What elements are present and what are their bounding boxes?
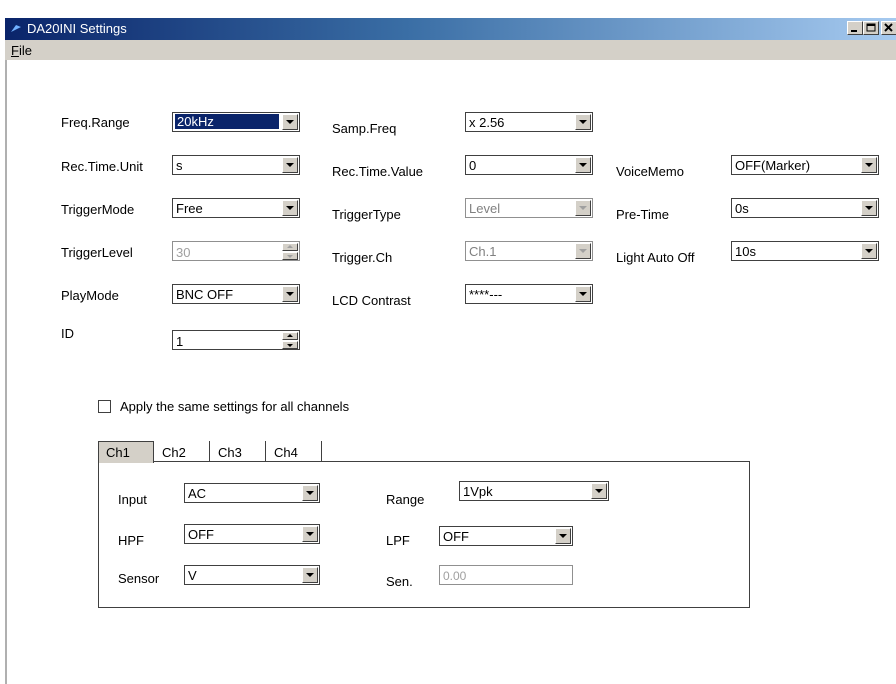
chevron-down-icon[interactable] bbox=[575, 114, 591, 130]
tab-ch2[interactable]: Ch2 bbox=[154, 441, 210, 462]
sensor-select[interactable]: V bbox=[184, 565, 320, 585]
settings-window: DA20INI Settings File Freq.Range 20kHz R… bbox=[0, 0, 896, 684]
pre-time-select[interactable]: 0s bbox=[731, 198, 879, 218]
range-label: Range bbox=[386, 492, 425, 507]
rec-time-value-select[interactable]: 0 bbox=[465, 155, 593, 175]
lcd-contrast-label: LCD Contrast bbox=[332, 293, 411, 308]
chevron-down-icon[interactable] bbox=[282, 114, 298, 130]
minimize-button[interactable] bbox=[847, 21, 863, 35]
sen-label: Sen. bbox=[386, 574, 413, 589]
chevron-down-icon[interactable] bbox=[861, 200, 877, 216]
hpf-select[interactable]: OFF bbox=[184, 524, 320, 544]
tab-ch1[interactable]: Ch1 bbox=[98, 441, 154, 463]
chevron-down-icon[interactable] bbox=[575, 286, 591, 302]
trigger-type-select[interactable]: Level bbox=[465, 198, 593, 218]
menu-file[interactable]: File bbox=[11, 43, 32, 58]
spin-down-icon[interactable] bbox=[282, 341, 298, 349]
chevron-down-icon[interactable] bbox=[282, 157, 298, 173]
sen-field[interactable]: 0.00 bbox=[439, 565, 573, 585]
maximize-icon bbox=[866, 23, 876, 32]
chevron-down-icon[interactable] bbox=[302, 567, 318, 583]
chevron-down-icon[interactable] bbox=[302, 485, 318, 501]
chevron-down-icon[interactable] bbox=[302, 526, 318, 542]
minimize-icon bbox=[851, 30, 857, 32]
trigger-mode-label: TriggerMode bbox=[61, 202, 135, 217]
title-bar[interactable]: DA20INI Settings bbox=[5, 18, 896, 40]
maximize-button[interactable] bbox=[863, 21, 879, 35]
close-button[interactable] bbox=[881, 21, 896, 35]
chevron-down-icon[interactable] bbox=[282, 200, 298, 216]
spin-up-icon[interactable] bbox=[282, 332, 298, 340]
apply-all-label[interactable]: Apply the same settings for all channels bbox=[120, 399, 349, 414]
window-left-border bbox=[5, 60, 7, 684]
trigger-level-stepper[interactable]: 30 bbox=[172, 241, 300, 261]
chevron-down-icon[interactable] bbox=[861, 243, 877, 259]
trigger-level-label: TriggerLevel bbox=[61, 245, 133, 260]
range-select[interactable]: 1Vpk bbox=[459, 481, 609, 501]
freq-range-select[interactable]: 20kHz bbox=[172, 112, 300, 132]
hpf-label: HPF bbox=[118, 533, 144, 548]
trigger-ch-label: Trigger.Ch bbox=[332, 250, 393, 265]
play-mode-label: PlayMode bbox=[61, 288, 119, 303]
rec-time-unit-select[interactable]: s bbox=[172, 155, 300, 175]
apply-all-checkbox[interactable] bbox=[98, 400, 111, 413]
app-icon bbox=[11, 25, 21, 32]
chevron-down-icon[interactable] bbox=[282, 286, 298, 302]
input-label: Input bbox=[118, 492, 147, 507]
light-auto-off-select[interactable]: 10s bbox=[731, 241, 879, 261]
chevron-down-icon[interactable] bbox=[591, 483, 607, 499]
id-stepper[interactable]: 1 bbox=[172, 330, 300, 350]
trigger-type-label: TriggerType bbox=[332, 207, 401, 222]
spin-up-icon[interactable] bbox=[282, 243, 298, 251]
rec-time-unit-label: Rec.Time.Unit bbox=[61, 159, 143, 174]
window-title: DA20INI Settings bbox=[27, 21, 127, 36]
input-select[interactable]: AC bbox=[184, 483, 320, 503]
chevron-down-icon[interactable] bbox=[575, 157, 591, 173]
chevron-down-icon[interactable] bbox=[555, 528, 571, 544]
rec-time-value-label: Rec.Time.Value bbox=[332, 164, 424, 179]
samp-freq-label: Samp.Freq bbox=[332, 121, 397, 136]
samp-freq-select[interactable]: x 2.56 bbox=[465, 112, 593, 132]
tab-ch4[interactable]: Ch4 bbox=[266, 441, 322, 462]
chevron-down-icon[interactable] bbox=[861, 157, 877, 173]
play-mode-select[interactable]: BNC OFF bbox=[172, 284, 300, 304]
light-auto-off-label: Light Auto Off bbox=[616, 250, 695, 265]
close-icon bbox=[884, 23, 893, 32]
freq-range-label: Freq.Range bbox=[61, 115, 130, 130]
lcd-contrast-select[interactable]: ****--- bbox=[465, 284, 593, 304]
sensor-label: Sensor bbox=[118, 571, 160, 586]
menu-bar: File bbox=[5, 40, 896, 60]
trigger-mode-select[interactable]: Free bbox=[172, 198, 300, 218]
spin-down-icon[interactable] bbox=[282, 252, 298, 260]
chevron-down-icon[interactable] bbox=[575, 200, 591, 216]
chevron-down-icon[interactable] bbox=[575, 243, 591, 259]
voice-memo-select[interactable]: OFF(Marker) bbox=[731, 155, 879, 175]
pre-time-label: Pre-Time bbox=[616, 207, 669, 222]
voice-memo-label: VoiceMemo bbox=[616, 164, 684, 179]
lpf-select[interactable]: OFF bbox=[439, 526, 573, 546]
lpf-label: LPF bbox=[386, 533, 410, 548]
tab-ch3[interactable]: Ch3 bbox=[210, 441, 266, 462]
trigger-ch-select[interactable]: Ch.1 bbox=[465, 241, 593, 261]
id-label: ID bbox=[61, 326, 74, 341]
